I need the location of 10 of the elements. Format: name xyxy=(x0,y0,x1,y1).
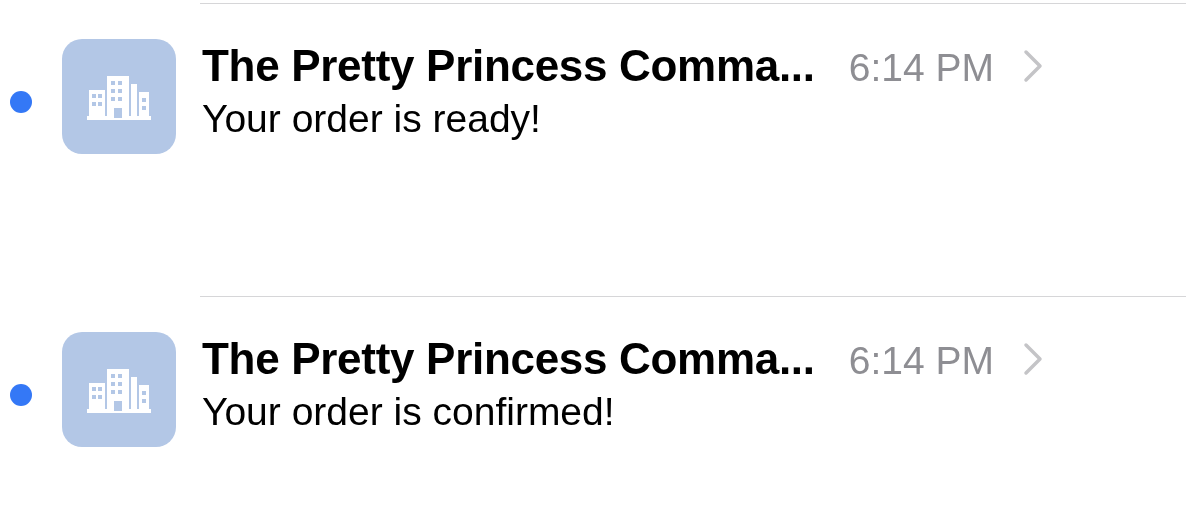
message-time: 6:14 PM xyxy=(848,46,994,90)
chevron-icon[interactable] xyxy=(1021,49,1044,83)
message-time: 6:14 PM xyxy=(848,339,994,383)
message-preview: Your order is confirmed! xyxy=(202,390,615,434)
sender-name: The Pretty Princess Comma... xyxy=(202,334,815,384)
building-icon xyxy=(87,73,151,120)
message-preview: Your order is ready! xyxy=(202,97,541,141)
building-icon xyxy=(87,366,151,413)
sender-name: The Pretty Princess Comma... xyxy=(202,41,815,91)
chevron-icon[interactable] xyxy=(1021,342,1044,376)
